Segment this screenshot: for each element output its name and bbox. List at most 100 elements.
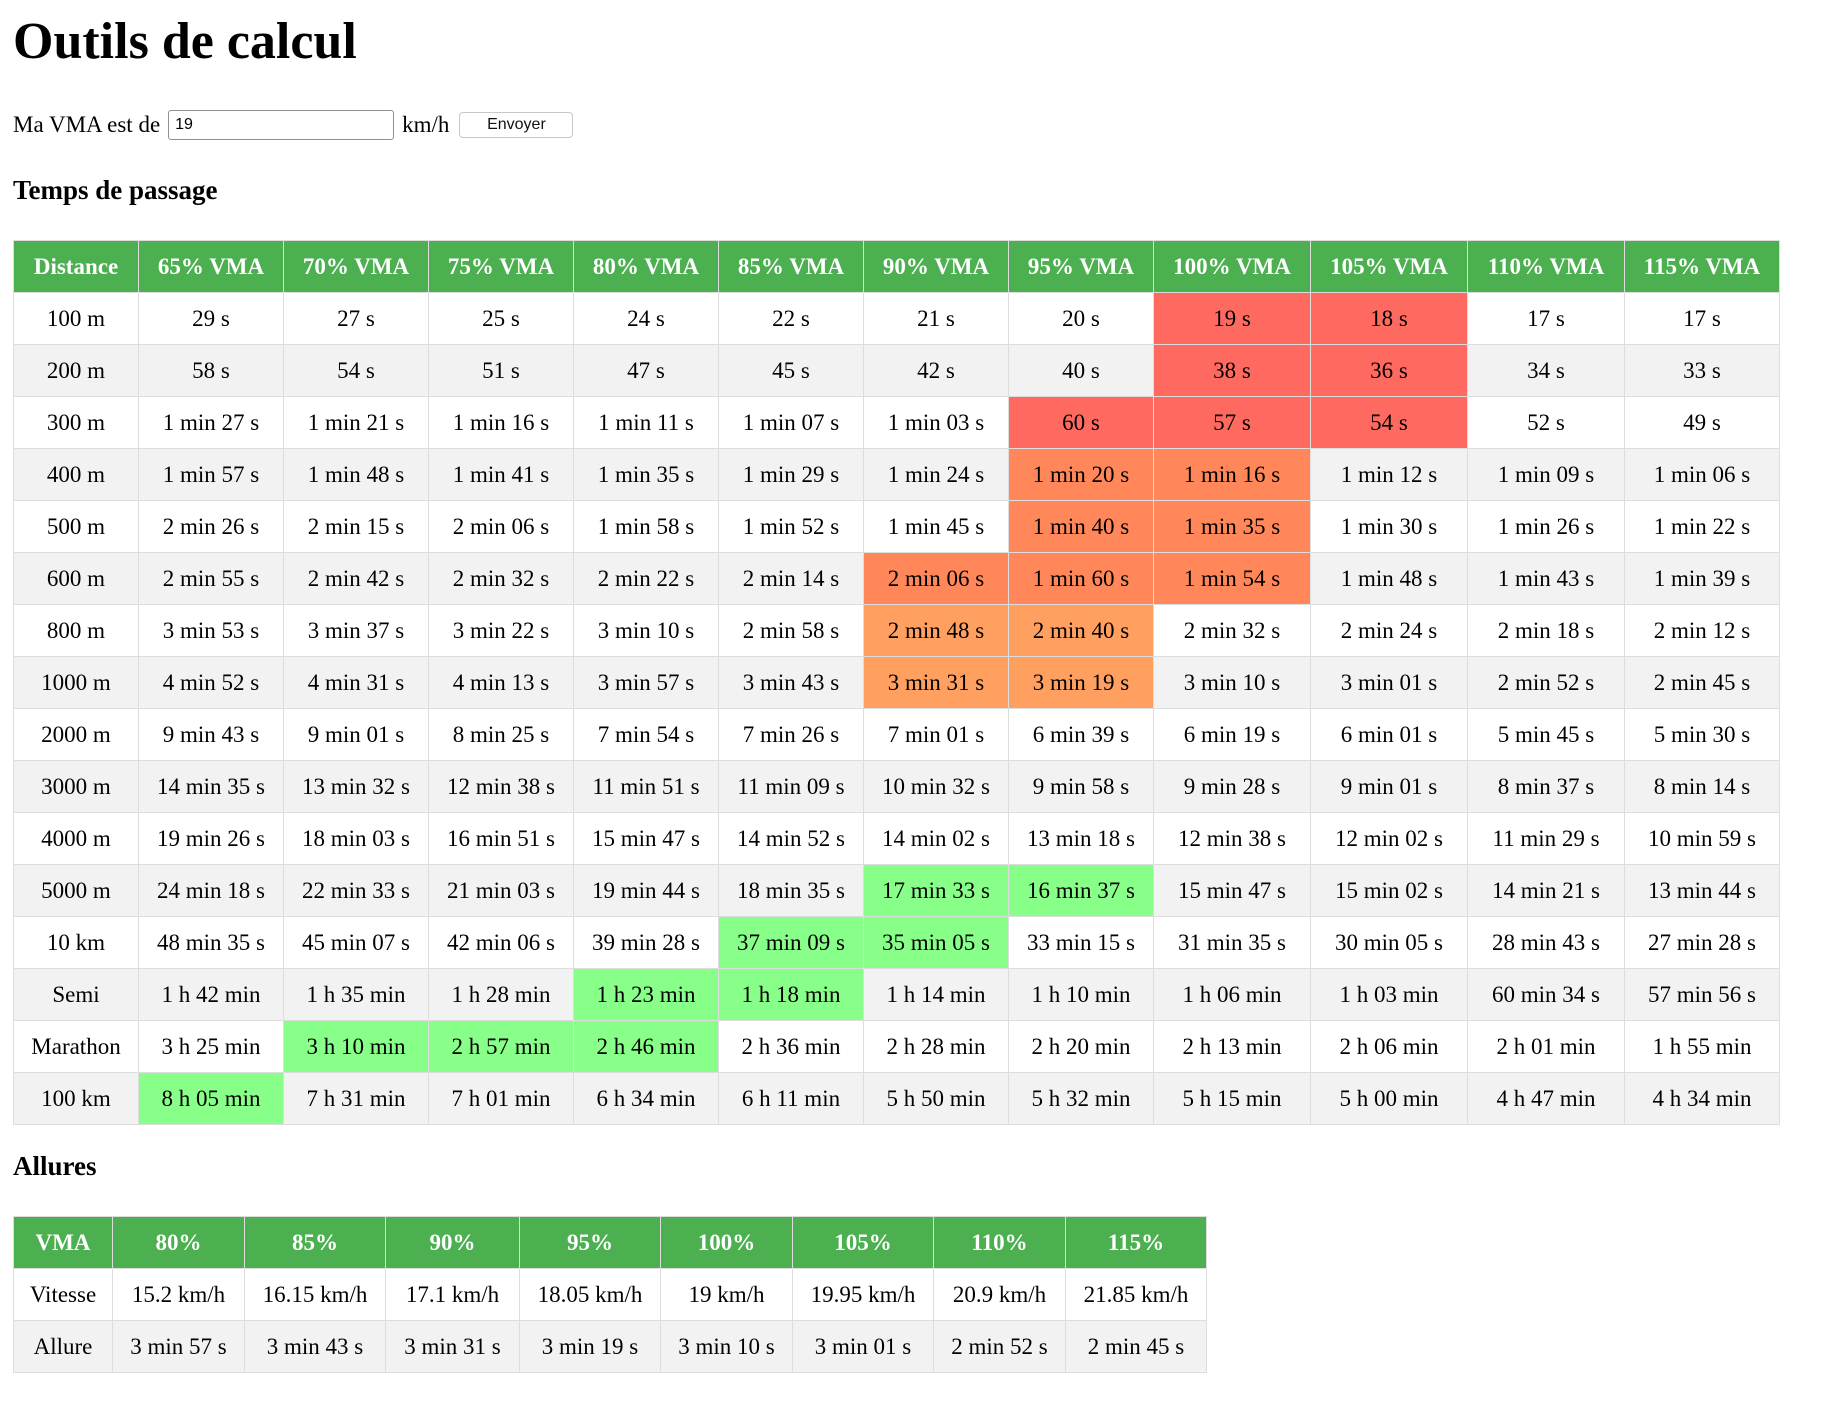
passage-cell: 13 min 18 s <box>1008 812 1154 865</box>
passage-table: Distance 65% VMA 70% VMA 75% VMA 80% VMA 85% … <box>13 240 1780 1125</box>
passage-cell: 8 min 25 s <box>428 708 574 761</box>
passage-cell-highlighted: 36 s <box>1310 344 1468 397</box>
table-row: 100 km 8 h 05 min 7 h 31 min 7 h 01 min 6 h … <box>13 1072 1780 1125</box>
table-row: 4000 m 19 min 26 s 18 min 03 s 16 min 51 s1… <box>13 812 1780 865</box>
passage-cell-highlighted: 1 min 60 s <box>1008 552 1154 605</box>
passage-cell: 11 min 09 s <box>718 760 864 813</box>
allures-cell: 21.85 km/h <box>1065 1268 1207 1321</box>
allures-header-cell: 105% <box>792 1216 934 1269</box>
table-row: Allure 3 min 57 s3 min 43 s3 min 31 s3 mi… <box>13 1320 1207 1373</box>
passage-cell: 27 min 28 s <box>1624 916 1780 969</box>
passage-cell: 11 min 51 s <box>573 760 719 813</box>
passage-cell: 13 min 44 s <box>1624 864 1780 917</box>
passage-cell: 4 min 52 s <box>138 656 284 709</box>
passage-cell-highlighted: 2 min 40 s <box>1008 604 1154 657</box>
passage-cell: 1 min 06 s <box>1624 448 1780 501</box>
vma-unit: km/h <box>402 112 450 137</box>
passage-header-row: Distance 65% VMA 70% VMA 75% VMA 80% VMA 85% … <box>13 240 1780 293</box>
passage-cell: 12 min 38 s <box>428 760 574 813</box>
passage-cell: 28 min 43 s <box>1467 916 1625 969</box>
passage-cell: 1 min 35 s <box>573 448 719 501</box>
table-row: 3000 m 14 min 35 s 13 min 32 s 12 min 38 s1… <box>13 760 1780 813</box>
passage-cell: 49 s <box>1624 396 1780 449</box>
passage-cell: 2 min 55 s <box>138 552 284 605</box>
submit-button[interactable]: Envoyer <box>459 112 574 138</box>
table-row: 800 m3 min 53 s3 min 37 s3 min 22 s3 min… <box>13 604 1780 657</box>
passage-cell: 6 min 19 s <box>1153 708 1311 761</box>
passage-header-cell: 110% VMA <box>1467 240 1625 293</box>
allures-cell: 17.1 km/h <box>385 1268 520 1321</box>
table-row: 600 m2 min 55 s2 min 42 s2 min 32 s2 min… <box>13 552 1780 605</box>
passage-row-label: 100 km <box>13 1072 139 1125</box>
allures-header-cell: 80% <box>112 1216 245 1269</box>
passage-cell: 5 h 32 min <box>1008 1072 1154 1125</box>
passage-cell: 12 min 02 s <box>1310 812 1468 865</box>
passage-header-cell: 95% VMA <box>1008 240 1154 293</box>
passage-cell: 16 min 51 s <box>428 812 574 865</box>
passage-cell: 1 min 45 s <box>863 500 1009 553</box>
passage-cell: 7 h 01 min <box>428 1072 574 1125</box>
passage-cell: 1 min 03 s <box>863 396 1009 449</box>
passage-cell-highlighted: 2 h 46 min <box>573 1020 719 1073</box>
passage-cell: 1 min 41 s <box>428 448 574 501</box>
passage-cell-highlighted: 57 s <box>1153 396 1311 449</box>
passage-cell: 24 s <box>573 292 719 345</box>
passage-cell: 45 min 07 s <box>283 916 429 969</box>
table-row: 200 m 58 s 54 s 51 s 47 s 45 s 42 s 40 s 38 s 36 … <box>13 344 1780 397</box>
passage-row-label: 10 km <box>13 916 139 969</box>
passage-cell-highlighted: 3 min 31 s <box>863 656 1009 709</box>
passage-cell: 1 h 06 min <box>1153 968 1311 1021</box>
passage-cell: 1 min 24 s <box>863 448 1009 501</box>
passage-cell: 2 h 01 min <box>1467 1020 1625 1073</box>
passage-cell: 34 s <box>1467 344 1625 397</box>
passage-cell: 1 min 58 s <box>573 500 719 553</box>
passage-cell: 2 h 36 min <box>718 1020 864 1073</box>
passage-cell: 5 min 45 s <box>1467 708 1625 761</box>
passage-cell: 4 h 47 min <box>1467 1072 1625 1125</box>
passage-header-cell: 105% VMA <box>1310 240 1468 293</box>
passage-cell: 9 min 28 s <box>1153 760 1311 813</box>
passage-row-label: 500 m <box>13 500 139 553</box>
passage-body: 100 m 29 s 27 s 25 s 24 s 22 s 21 s 20 s 19 s 18 … <box>13 292 1780 1125</box>
passage-cell: 19 min 44 s <box>573 864 719 917</box>
passage-cell: 3 min 22 s <box>428 604 574 657</box>
passage-cell: 1 min 29 s <box>718 448 864 501</box>
passage-cell: 2 min 42 s <box>283 552 429 605</box>
passage-cell: 21 min 03 s <box>428 864 574 917</box>
passage-cell: 1 h 28 min <box>428 968 574 1021</box>
passage-cell: 4 min 31 s <box>283 656 429 709</box>
passage-cell-highlighted: 19 s <box>1153 292 1311 345</box>
passage-cell: 6 h 11 min <box>718 1072 864 1125</box>
passage-cell: 8 min 14 s <box>1624 760 1780 813</box>
passage-header-cell: 115% VMA <box>1624 240 1780 293</box>
passage-cell-highlighted: 1 min 40 s <box>1008 500 1154 553</box>
passage-cell: 39 min 28 s <box>573 916 719 969</box>
passage-cell-highlighted: 54 s <box>1310 396 1468 449</box>
passage-cell: 9 min 01 s <box>283 708 429 761</box>
passage-cell: 1 min 26 s <box>1467 500 1625 553</box>
passage-cell: 4 min 13 s <box>428 656 574 709</box>
passage-cell: 2 min 26 s <box>138 500 284 553</box>
allures-cell: 3 min 43 s <box>244 1320 386 1373</box>
passage-row-label: 600 m <box>13 552 139 605</box>
passage-cell-highlighted: 17 min 33 s <box>863 864 1009 917</box>
passage-cell: 40 s <box>1008 344 1154 397</box>
passage-cell: 19 min 26 s <box>138 812 284 865</box>
passage-cell-highlighted: 1 h 23 min <box>573 968 719 1021</box>
passage-cell: 57 min 56 s <box>1624 968 1780 1021</box>
passage-cell: 1 min 43 s <box>1467 552 1625 605</box>
passage-cell: 2 h 28 min <box>863 1020 1009 1073</box>
passage-cell-highlighted: 2 h 57 min <box>428 1020 574 1073</box>
vma-input[interactable] <box>168 110 395 140</box>
table-row: Marathon 3 h 25 min 3 h 10 min 2 h 57 min 2 … <box>13 1020 1780 1073</box>
passage-row-label: 1000 m <box>13 656 139 709</box>
passage-header-cell: 65% VMA <box>138 240 284 293</box>
passage-row-label: 100 m <box>13 292 139 345</box>
passage-cell: 42 s <box>863 344 1009 397</box>
passage-cell: 3 h 25 min <box>138 1020 284 1073</box>
allures-cell: 3 min 10 s <box>660 1320 793 1373</box>
allures-cell: 19 km/h <box>660 1268 793 1321</box>
passage-cell: 1 min 57 s <box>138 448 284 501</box>
passage-header-cell: Distance <box>13 240 139 293</box>
passage-cell: 9 min 43 s <box>138 708 284 761</box>
